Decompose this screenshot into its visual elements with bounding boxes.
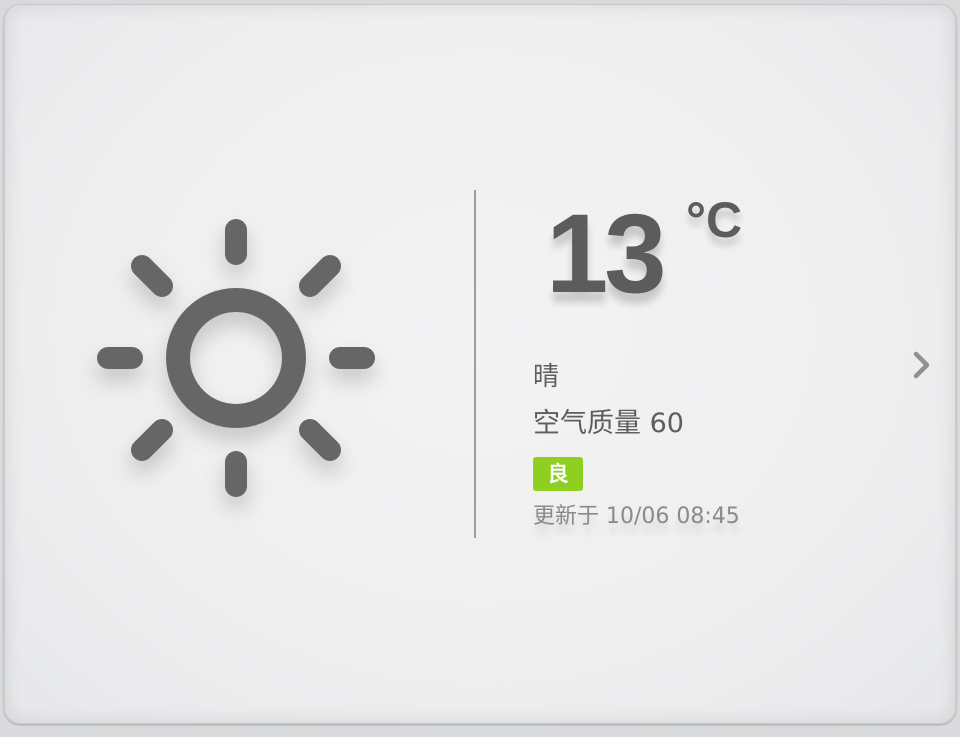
- temperature-unit: °C: [686, 192, 743, 248]
- weather-condition: 晴: [533, 362, 560, 392]
- air-quality-index: 空气质量 60: [533, 408, 684, 439]
- update-timestamp: 更新于 10/06 08:45: [533, 504, 740, 529]
- sun-icon: [97, 219, 375, 497]
- air-quality-badge: 良: [533, 457, 583, 491]
- chevron-right-icon[interactable]: [906, 345, 936, 385]
- temperature-value: 13: [546, 191, 667, 316]
- divider: [474, 190, 476, 538]
